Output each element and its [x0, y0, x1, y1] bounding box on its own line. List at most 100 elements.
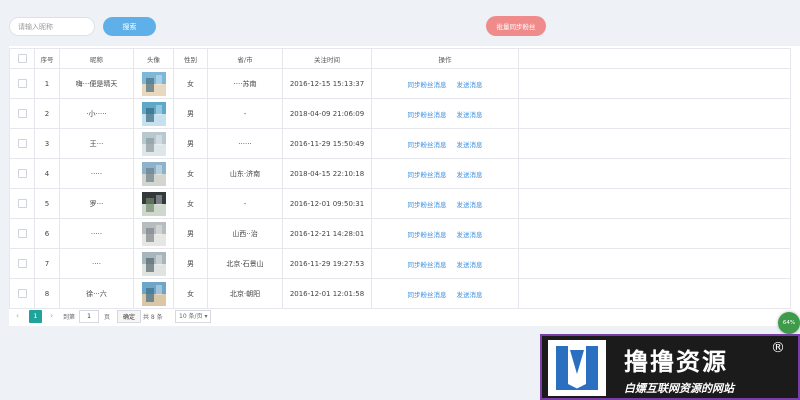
- send-message-link[interactable]: 发送消息: [457, 111, 483, 119]
- row-follow-time: 2018-04-15 22:10:18: [282, 158, 372, 189]
- avatar: [141, 131, 166, 156]
- row-follow-time: 2016-12-01 09:50:31: [282, 188, 372, 219]
- row-index: 3: [34, 128, 60, 159]
- row-region: 山西··治: [207, 218, 283, 249]
- header-follow-time: 关注时间: [282, 48, 372, 69]
- current-page-button[interactable]: 1: [29, 310, 42, 323]
- row-region: -: [207, 98, 283, 129]
- send-message-link[interactable]: 发送消息: [457, 201, 483, 209]
- row-index: 1: [34, 68, 60, 99]
- send-message-link[interactable]: 发送消息: [457, 141, 483, 149]
- next-page-button[interactable]: ›: [50, 311, 53, 320]
- row-avatar-cell: [133, 188, 174, 219]
- send-message-link[interactable]: 发送消息: [457, 261, 483, 269]
- table-row: 5 罗··· 女 -2016-12-01 09:50:31 同步粉丝消息 发送消息: [9, 188, 791, 219]
- row-select-cell[interactable]: [9, 158, 35, 189]
- row-checkbox[interactable]: [17, 229, 27, 238]
- row-follow-time: 2016-12-21 14:28:01: [282, 218, 372, 249]
- row-index: 4: [34, 158, 60, 189]
- row-region: 北京·朝阳: [207, 278, 283, 309]
- pagination: ‹ 1 › 到第 页 确定 共 8 条 10 条/页 ▾: [9, 308, 309, 326]
- row-index: 2: [34, 98, 60, 129]
- search-button[interactable]: 搜索: [103, 17, 156, 36]
- row-follow-time: 2016-11-29 15:50:49: [282, 128, 372, 159]
- avatar: [141, 71, 166, 96]
- row-gender: 男: [173, 128, 208, 159]
- row-select-cell[interactable]: [9, 218, 35, 249]
- row-select-cell[interactable]: [9, 188, 35, 219]
- row-gender: 男: [173, 248, 208, 279]
- row-nickname: ·····: [59, 218, 134, 249]
- sync-fan-message-link[interactable]: 同步粉丝消息: [408, 81, 447, 89]
- sync-fan-message-link[interactable]: 同步粉丝消息: [408, 231, 447, 239]
- table-row: 6 ····· 男山西··治 2016-12-21 14:28:01 同步粉丝消息 发送消…: [9, 218, 791, 249]
- row-checkbox[interactable]: [17, 259, 27, 268]
- table-header-row: 序号 昵称 头像 性别 省/市 关注时间 操作: [9, 48, 791, 69]
- sync-fan-message-link[interactable]: 同步粉丝消息: [408, 291, 447, 299]
- total-count: 共 8 条: [143, 314, 163, 321]
- sync-fan-message-link[interactable]: 同步粉丝消息: [408, 141, 447, 149]
- row-avatar-cell: [133, 98, 174, 129]
- table-row: 8 徐···六 女北京·朝阳 2016-12-01 12:01:58 同步粉丝消息 发送消…: [9, 278, 791, 309]
- row-nickname: ·小·····: [59, 98, 134, 129]
- sync-fan-message-link[interactable]: 同步粉丝消息: [408, 261, 447, 269]
- sync-fan-message-link[interactable]: 同步粉丝消息: [408, 111, 447, 119]
- header-spacer: [518, 48, 791, 69]
- watermark-title: 撸撸资源: [624, 348, 728, 376]
- row-checkbox[interactable]: [17, 139, 27, 148]
- send-message-link[interactable]: 发送消息: [457, 171, 483, 179]
- avatar: [141, 221, 166, 246]
- row-select-cell[interactable]: [9, 278, 35, 309]
- row-checkbox[interactable]: [17, 169, 27, 178]
- row-spacer: [518, 98, 791, 129]
- watermark-logo-icon: [548, 340, 606, 396]
- row-spacer: [518, 248, 791, 279]
- fans-table: 序号 昵称 头像 性别 省/市 关注时间 操作 1 嗨···便是晴天 女 ····苏南…: [9, 48, 791, 309]
- avatar: [141, 161, 166, 186]
- row-spacer: [518, 158, 791, 189]
- row-checkbox[interactable]: [17, 79, 27, 88]
- row-actions: 同步粉丝消息 发送消息: [371, 188, 519, 219]
- sync-fan-message-link[interactable]: 同步粉丝消息: [408, 171, 447, 179]
- send-message-link[interactable]: 发送消息: [457, 231, 483, 239]
- table-row: 4 ····· 女山东·济南 2018-04-15 22:10:18 同步粉丝消息 发送消…: [9, 158, 791, 189]
- avatar: [141, 251, 166, 276]
- sync-fan-message-link[interactable]: 同步粉丝消息: [408, 201, 447, 209]
- row-select-cell[interactable]: [9, 248, 35, 279]
- row-checkbox[interactable]: [17, 199, 27, 208]
- goto-label: 到第: [63, 314, 76, 321]
- row-nickname: 嗨···便是晴天: [59, 68, 134, 99]
- row-actions: 同步粉丝消息 发送消息: [371, 98, 519, 129]
- avatar: [141, 191, 166, 216]
- batch-sync-fans-button[interactable]: 批量同步粉丝: [486, 16, 546, 36]
- row-gender: 女: [173, 68, 208, 99]
- row-gender: 男: [173, 218, 208, 249]
- row-follow-time: 2016-12-15 15:13:37: [282, 68, 372, 99]
- row-region: ······: [207, 128, 283, 159]
- page-size-select[interactable]: 10 条/页 ▾: [175, 310, 211, 323]
- row-nickname: 罗···: [59, 188, 134, 219]
- send-message-link[interactable]: 发送消息: [457, 81, 483, 89]
- row-avatar-cell: [133, 278, 174, 309]
- row-region: ····苏南: [207, 68, 283, 99]
- header-nickname: 昵称: [59, 48, 134, 69]
- floating-progress-badge[interactable]: 64%: [778, 312, 800, 334]
- select-all-checkbox[interactable]: [17, 54, 27, 63]
- nickname-search-input[interactable]: [9, 17, 95, 36]
- header-actions: 操作: [371, 48, 519, 69]
- row-actions: 同步粉丝消息 发送消息: [371, 128, 519, 159]
- toolbar: 搜索 批量同步粉丝: [0, 0, 800, 46]
- row-checkbox[interactable]: [17, 289, 27, 298]
- row-select-cell[interactable]: [9, 98, 35, 129]
- goto-confirm-button[interactable]: 确定: [117, 310, 141, 323]
- row-actions: 同步粉丝消息 发送消息: [371, 218, 519, 249]
- row-checkbox[interactable]: [17, 109, 27, 118]
- send-message-link[interactable]: 发送消息: [457, 291, 483, 299]
- header-avatar: 头像: [133, 48, 174, 69]
- row-select-cell[interactable]: [9, 128, 35, 159]
- select-all-cell[interactable]: [9, 48, 35, 69]
- prev-page-button[interactable]: ‹: [16, 311, 19, 320]
- row-select-cell[interactable]: [9, 68, 35, 99]
- row-spacer: [518, 278, 791, 309]
- goto-page-input[interactable]: [79, 310, 99, 323]
